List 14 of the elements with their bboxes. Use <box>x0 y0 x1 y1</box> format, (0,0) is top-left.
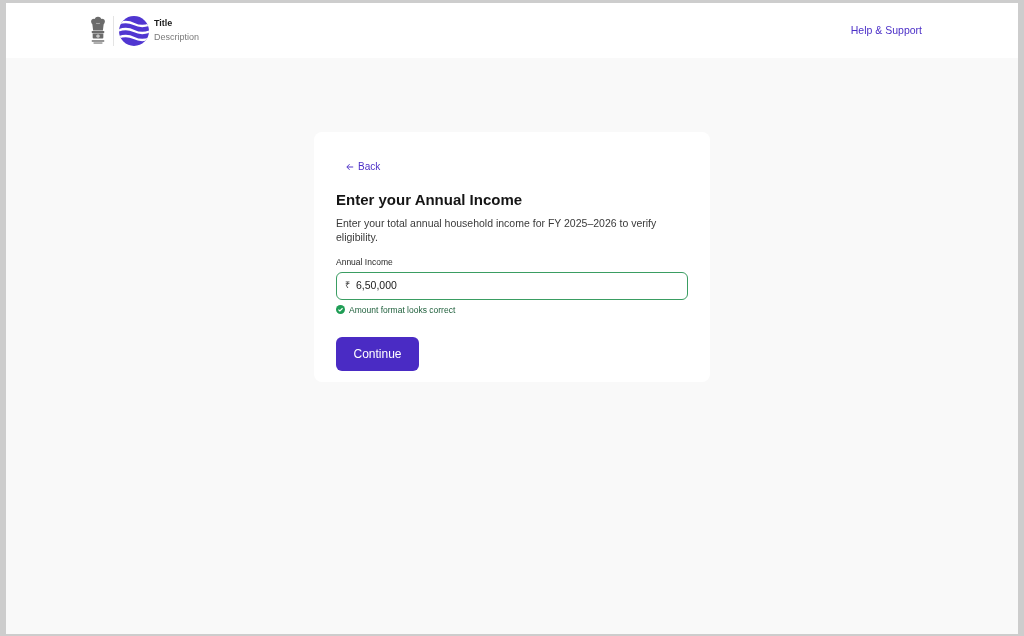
validation-message: Amount format looks correct <box>349 303 456 317</box>
continue-button[interactable]: Continue <box>336 337 419 372</box>
back-link[interactable]: Back <box>346 159 381 174</box>
site-description: Description <box>154 32 200 44</box>
income-field[interactable]: ₹ 6,50,000 <box>336 271 688 300</box>
field-label: Annual Income <box>336 255 393 269</box>
check-circle-icon <box>336 305 345 315</box>
help-support-link[interactable]: Help & Support <box>850 22 922 39</box>
form-description: Enter your total annual household income for FY 2025–2026 to verify eligibility. <box>336 215 658 244</box>
form-heading: Enter your Annual Income <box>336 191 523 210</box>
arrow-left-icon <box>346 162 354 171</box>
emblem-icon <box>90 15 106 46</box>
site-title: Title <box>154 17 174 29</box>
wave-logo-icon <box>119 15 149 46</box>
